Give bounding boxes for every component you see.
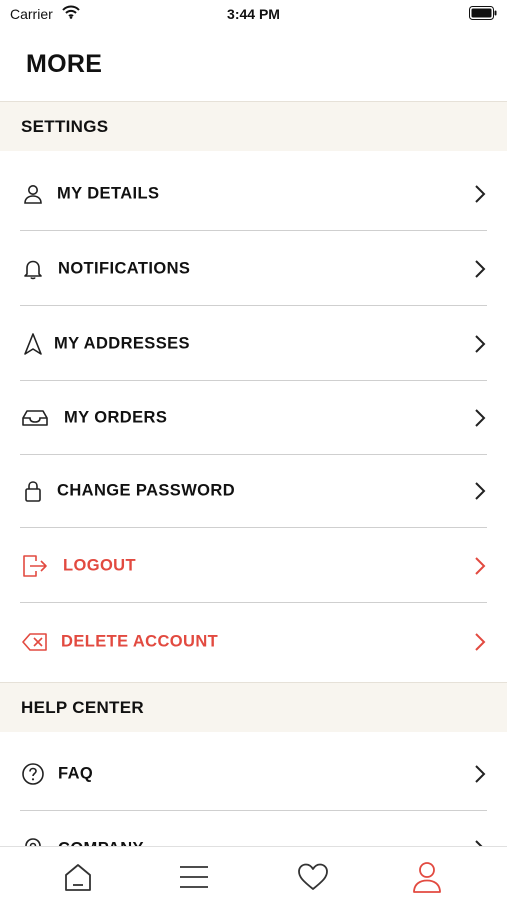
chevron-right-icon — [475, 633, 486, 651]
menu-icon — [180, 866, 208, 888]
section-header-settings: SETTINGS — [0, 101, 507, 151]
navigation-arrow-icon — [20, 331, 46, 357]
tab-favorites[interactable] — [295, 859, 331, 895]
tab-profile[interactable] — [409, 859, 445, 895]
delete-key-icon — [20, 629, 50, 655]
chevron-right-icon — [475, 260, 486, 278]
heart-icon — [298, 863, 328, 890]
section-header-help-center: HELP CENTER — [0, 682, 507, 732]
battery-icon — [469, 6, 497, 25]
person-icon — [20, 181, 46, 207]
profile-icon — [413, 862, 441, 893]
inbox-tray-icon — [20, 405, 50, 431]
menu-item-label: MY DETAILS — [57, 184, 160, 203]
menu-item-my-details[interactable]: MY DETAILS — [0, 157, 507, 231]
question-circle-icon — [20, 761, 46, 787]
tab-menu[interactable] — [176, 859, 212, 895]
divider — [20, 602, 487, 603]
menu-item-delete-account[interactable]: DELETE ACCOUNT — [0, 605, 507, 679]
chevron-right-icon — [475, 409, 486, 427]
lock-icon — [20, 478, 46, 504]
status-time: 3:44 PM — [227, 6, 280, 22]
bell-icon — [20, 256, 46, 282]
status-bar: Carrier 3:44 PM — [0, 0, 507, 30]
menu-item-faq[interactable]: FAQ — [0, 737, 507, 811]
chevron-right-icon — [475, 482, 486, 500]
chevron-right-icon — [475, 557, 486, 575]
menu-item-label: NOTIFICATIONS — [58, 259, 191, 278]
menu-item-notifications[interactable]: NOTIFICATIONS — [0, 232, 507, 306]
menu-item-logout[interactable]: LOGOUT — [0, 529, 507, 603]
divider — [20, 230, 487, 231]
menu-item-label: MY ORDERS — [64, 408, 168, 427]
menu-item-my-orders[interactable]: MY ORDERS — [0, 381, 507, 455]
menu-item-change-password[interactable]: CHANGE PASSWORD — [0, 454, 507, 528]
menu-item-label: FAQ — [58, 764, 94, 783]
logout-icon — [20, 553, 50, 579]
menu-item-label: DELETE ACCOUNT — [61, 632, 219, 651]
chevron-right-icon — [475, 765, 486, 783]
chevron-right-icon — [475, 185, 486, 203]
page-title: MORE — [26, 50, 103, 78]
tab-bar — [0, 846, 507, 900]
menu-item-label: MY ADDRESSES — [54, 334, 190, 353]
menu-item-my-addresses[interactable]: MY ADDRESSES — [0, 307, 507, 381]
divider — [20, 305, 487, 306]
menu-item-label: CHANGE PASSWORD — [57, 481, 236, 500]
divider — [20, 810, 487, 811]
tab-home[interactable] — [60, 859, 96, 895]
divider — [20, 527, 487, 528]
home-icon — [65, 864, 91, 891]
menu-item-label: LOGOUT — [63, 556, 136, 575]
chevron-right-icon — [475, 335, 486, 353]
